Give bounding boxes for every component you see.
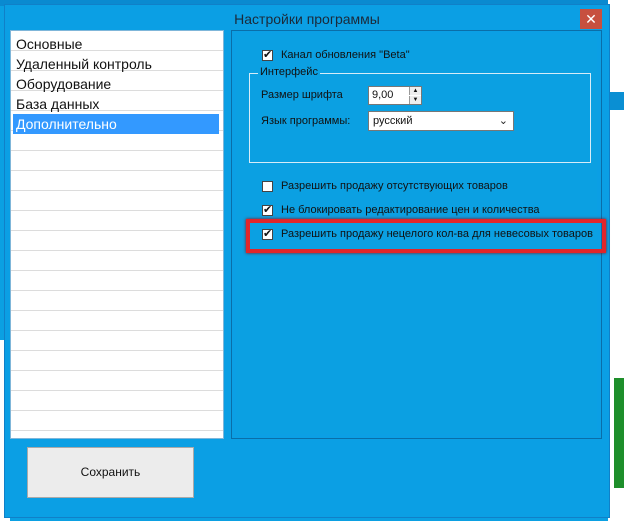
no-block-price-edit-checkbox[interactable]: ✔ (262, 205, 273, 216)
allow-fractional-qty-label: Разрешить продажу нецелого кол-ва для не… (281, 228, 593, 240)
spin-up-icon[interactable]: ▲ (409, 87, 421, 95)
background-app-right-green-panel (614, 378, 624, 488)
beta-channel-label: Канал обновления "Beta" (281, 49, 410, 61)
font-size-spinner[interactable]: 9,00 ▲ ▼ (368, 86, 422, 105)
titlebar: Настройки программы ✕ (5, 5, 609, 33)
background-app-right-bar (608, 92, 624, 110)
interface-group-title: Интерфейс (258, 66, 320, 78)
font-size-value: 9,00 (372, 89, 394, 101)
beta-channel-checkbox[interactable]: ✔ (262, 50, 273, 61)
close-button[interactable]: ✕ (580, 9, 602, 29)
nav-item-equipment[interactable]: Оборудование (13, 74, 219, 94)
nav-item-basic[interactable]: Основные (13, 34, 219, 54)
no-block-price-edit-label: Не блокировать редактирование цен и коли… (281, 204, 540, 216)
chevron-down-icon: ⌄ (498, 115, 508, 127)
settings-nav-list[interactable]: Основные Удаленный контроль Оборудование… (10, 30, 224, 439)
allow-missing-goods-label: Разрешить продажу отсутствующих товаров (281, 180, 508, 192)
allow-fractional-qty-checkbox[interactable]: ✔ (262, 229, 273, 240)
nav-item-advanced[interactable]: Дополнительно (13, 114, 219, 134)
spin-down-icon[interactable]: ▼ (409, 96, 421, 104)
font-size-label: Размер шрифта (261, 89, 343, 101)
language-select[interactable]: русский ⌄ (368, 111, 514, 131)
nav-item-remote-control[interactable]: Удаленный контроль (13, 54, 219, 74)
save-button[interactable]: Сохранить (27, 447, 194, 498)
nav-item-database[interactable]: База данных (13, 94, 219, 114)
allow-missing-goods-checkbox[interactable] (262, 181, 273, 192)
language-selected-value: русский (373, 115, 413, 127)
language-label: Язык программы: (261, 115, 351, 127)
window-title: Настройки программы (234, 11, 380, 27)
